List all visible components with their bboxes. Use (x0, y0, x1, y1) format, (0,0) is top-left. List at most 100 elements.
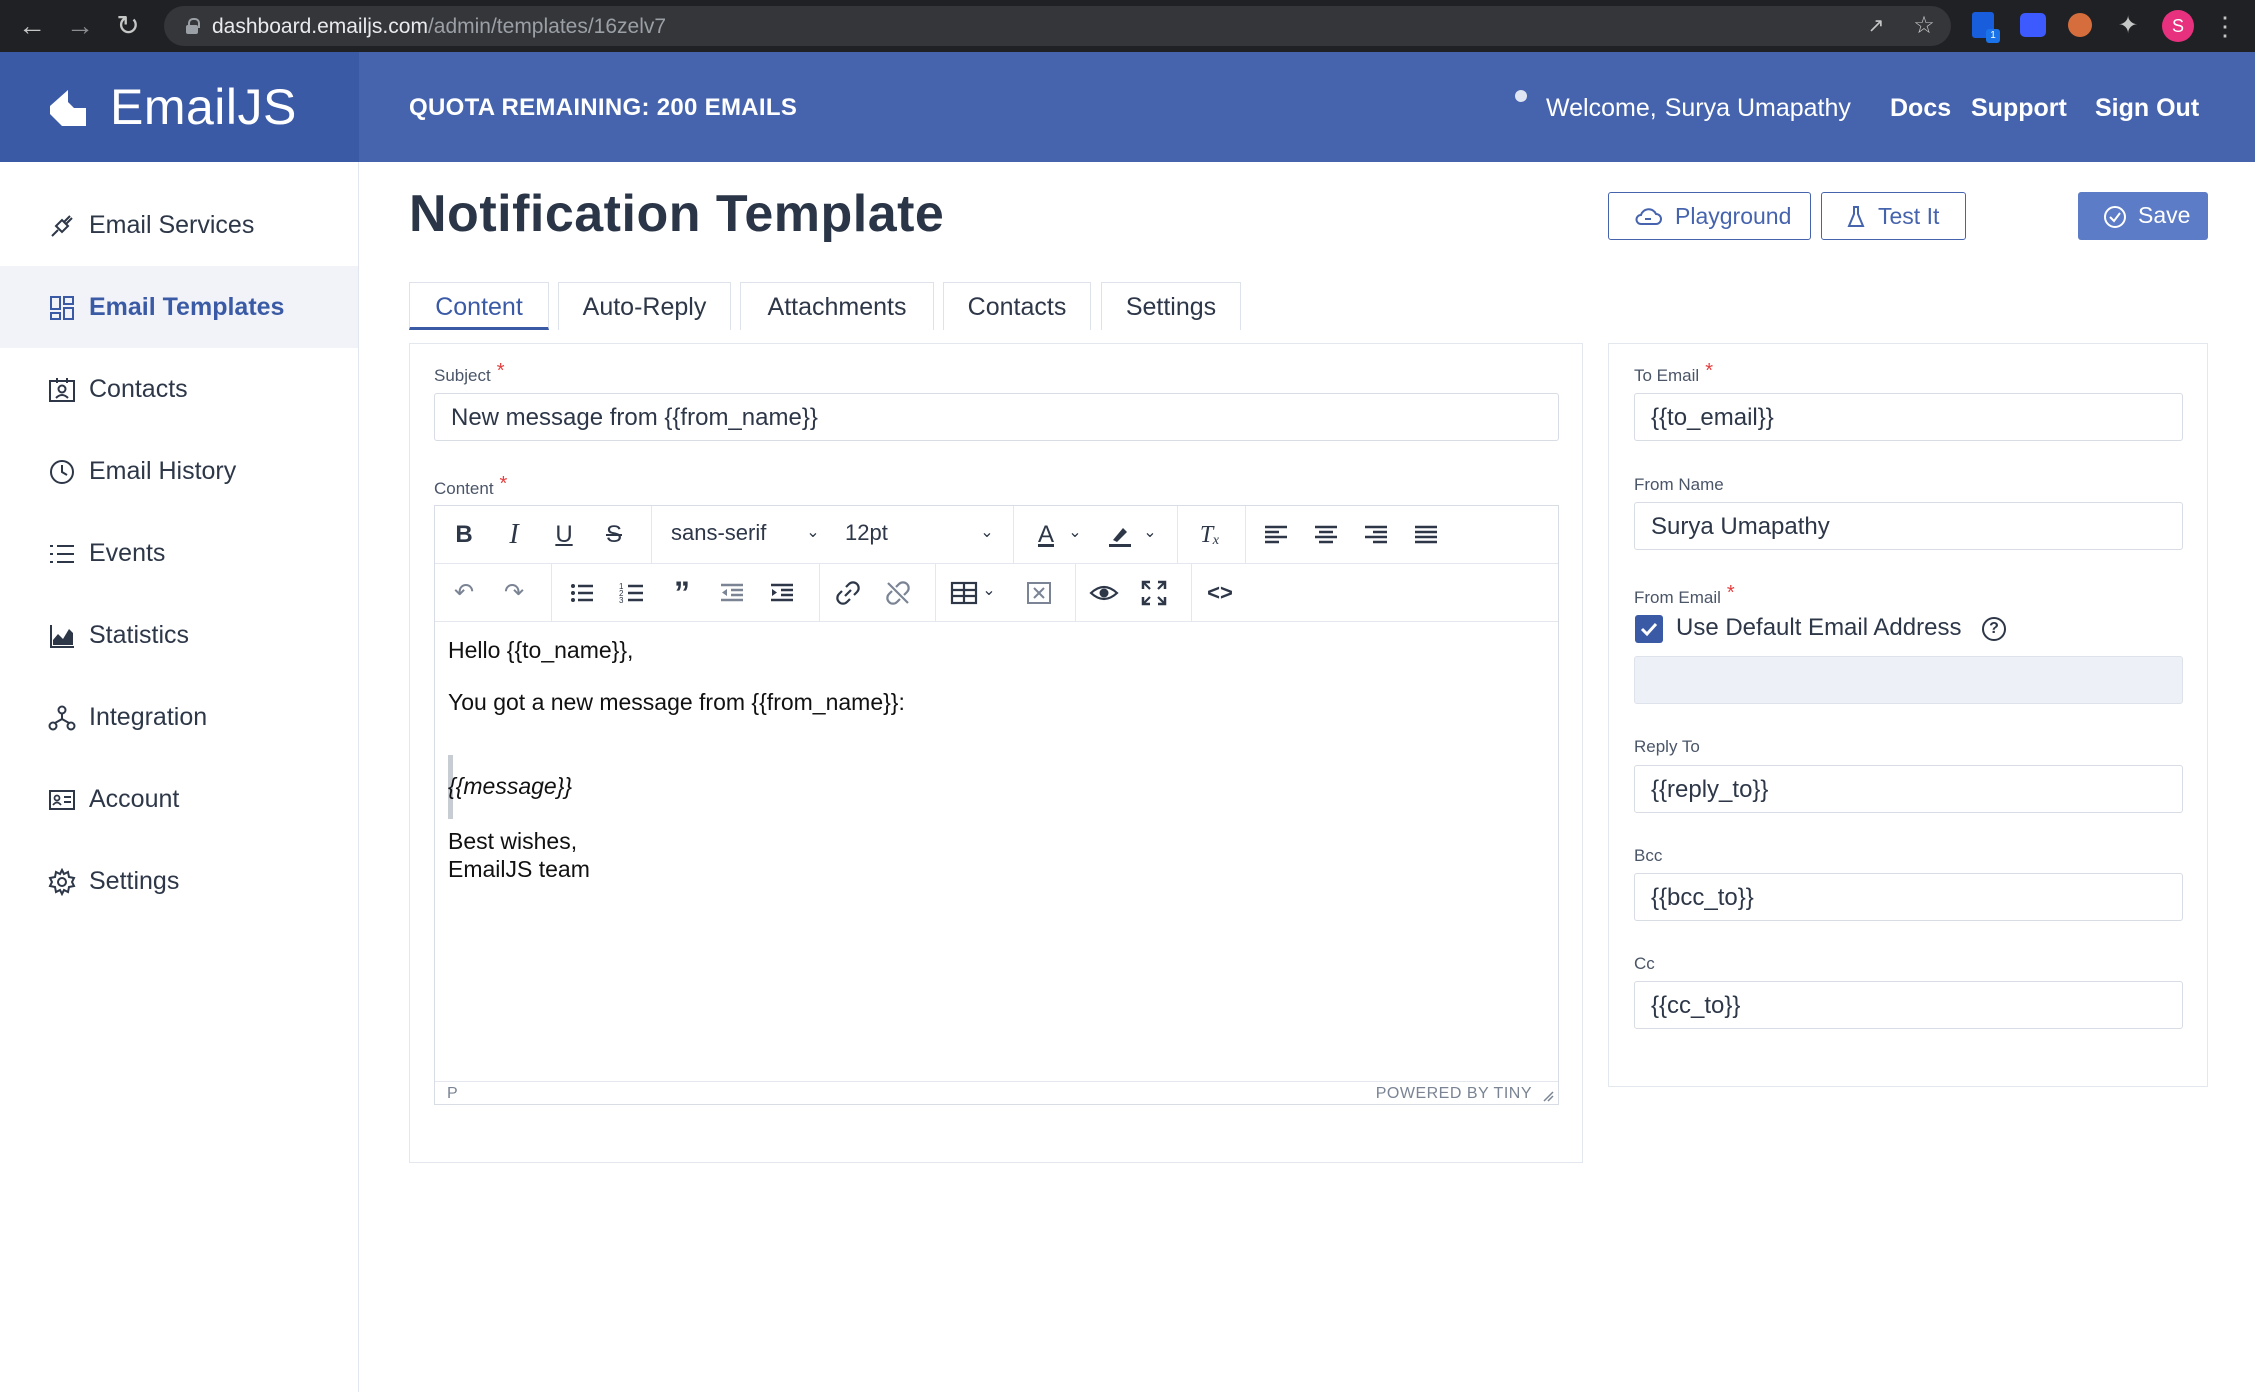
sidebar-item-email-services[interactable]: Email Services (0, 184, 358, 266)
text-color-icon[interactable]: A (1031, 520, 1061, 550)
strikethrough-icon[interactable]: S (599, 520, 629, 550)
sidebar-item-settings[interactable]: Settings (0, 840, 358, 922)
playground-button[interactable]: Playground (1608, 192, 1811, 240)
editor-body[interactable]: Hello {{to_name}}, You got a new message… (435, 623, 1558, 1081)
highlight-color-icon[interactable] (1105, 520, 1135, 550)
bookmark-star-icon[interactable]: ☆ (1910, 12, 1938, 40)
test-it-label: Test It (1878, 203, 1940, 229)
align-justify-icon[interactable] (1411, 520, 1441, 550)
underline-icon[interactable]: U (549, 520, 579, 550)
sidebar-item-email-history[interactable]: Email History (0, 430, 358, 512)
share-icon[interactable]: ↗ (1862, 12, 1890, 40)
bold-icon[interactable]: B (449, 520, 479, 550)
font-size-select[interactable]: 12pt (845, 520, 888, 546)
align-right-icon[interactable] (1361, 520, 1391, 550)
sidebar-item-label: Email Templates (89, 293, 285, 321)
tab-contacts[interactable]: Contacts (943, 282, 1091, 330)
sidebar-item-account[interactable]: Account (0, 758, 358, 840)
logo-text: EmailJS (110, 79, 297, 135)
sidebar-item-statistics[interactable]: Statistics (0, 594, 358, 676)
resize-handle-icon[interactable] (1542, 1090, 1554, 1102)
extension-icon[interactable] (2020, 13, 2046, 37)
sidebar-item-label: Settings (89, 867, 180, 895)
forward-arrow-icon[interactable]: → (66, 12, 94, 40)
to-email-input[interactable]: {{to_email}} (1634, 393, 2183, 441)
source-code-icon[interactable]: <> (1205, 578, 1235, 608)
align-left-icon[interactable] (1261, 520, 1291, 550)
italic-icon[interactable]: I (499, 520, 529, 550)
font-family-select[interactable]: sans-serif (671, 520, 766, 546)
preview-eye-icon[interactable] (1089, 578, 1119, 608)
cc-input[interactable]: {{cc_to}} (1634, 981, 2183, 1029)
reload-icon[interactable]: ↻ (114, 12, 142, 40)
user-name[interactable]: Surya Umapathy (1665, 94, 1851, 122)
svg-text:3: 3 (619, 596, 624, 605)
logo-area[interactable]: EmailJS (0, 52, 359, 162)
chevron-down-icon[interactable]: ⌄ (802, 522, 824, 544)
link-icon[interactable] (833, 578, 863, 608)
welcome-prefix: Welcome, (1546, 94, 1657, 122)
sidebar-item-label: Events (89, 539, 166, 567)
tab-auto-reply[interactable]: Auto-Reply (558, 282, 731, 330)
use-default-email-checkbox[interactable] (1635, 615, 1663, 643)
element-path[interactable]: P (447, 1085, 458, 1103)
remove-format-box-icon[interactable] (1024, 578, 1054, 608)
numbered-list-icon[interactable]: 123 (617, 578, 647, 608)
sign-out-link[interactable]: Sign Out (2095, 94, 2199, 123)
sidebar-item-integration[interactable]: Integration (0, 676, 358, 758)
tab-content[interactable]: Content (409, 282, 549, 330)
to-email-label: To Email * (1634, 360, 1713, 385)
outdent-icon[interactable] (717, 578, 747, 608)
sidebar-item-label: Email Services (89, 211, 255, 239)
lock-icon[interactable] (186, 18, 200, 34)
body-greeting: Hello {{to_name}}, (448, 637, 634, 663)
save-label: Save (2138, 202, 2191, 228)
back-arrow-icon[interactable]: ← (18, 12, 46, 40)
chevron-down-icon[interactable]: ⌄ (1064, 522, 1086, 544)
help-icon[interactable]: ? (1982, 617, 2006, 641)
align-center-icon[interactable] (1311, 520, 1341, 550)
address-bar[interactable]: dashboard.emailjs.com/admin/templates/16… (164, 6, 1951, 46)
test-it-button[interactable]: Test It (1821, 192, 1966, 240)
top-header: QUOTA REMAINING: 200 EMAILS Welcome, Sury… (359, 52, 2255, 162)
fullscreen-icon[interactable] (1139, 578, 1169, 608)
blockquote-icon[interactable]: ” (667, 577, 697, 609)
table-icon[interactable] (949, 578, 979, 608)
profile-avatar[interactable]: S (2162, 10, 2194, 42)
indent-icon[interactable] (767, 578, 797, 608)
rich-text-editor[interactable]: B I U S sans-serif ⌄ 12pt ⌄ A ⌄ ⌄ Tₓ ↶ ↷… (434, 505, 1559, 1105)
browser-menu-icon[interactable]: ⋮ (2212, 10, 2238, 42)
undo-icon[interactable]: ↶ (449, 578, 479, 608)
bcc-input[interactable]: {{bcc_to}} (1634, 873, 2183, 921)
clear-formatting-icon[interactable]: Tₓ (1195, 520, 1225, 550)
bcc-label: Bcc (1634, 846, 1663, 865)
chevron-down-icon[interactable]: ⌄ (976, 522, 998, 544)
puzzle-extensions-icon[interactable]: ✦ (2114, 12, 2142, 40)
save-button[interactable]: Save (2078, 192, 2208, 240)
bcc-value: {{bcc_to}} (1651, 884, 1754, 911)
sidebar-item-contacts[interactable]: Contacts (0, 348, 358, 430)
sidebar-item-email-templates[interactable]: Email Templates (0, 266, 358, 348)
chevron-down-icon[interactable]: ⌄ (1139, 522, 1161, 544)
sidebar-item-label: Account (89, 785, 180, 813)
from-name-input[interactable]: Surya Umapathy (1634, 502, 2183, 550)
reply-to-input[interactable]: {{reply_to}} (1634, 765, 2183, 813)
tab-label: Settings (1125, 293, 1217, 321)
tab-attachments[interactable]: Attachments (740, 282, 934, 330)
gear-icon (48, 868, 76, 896)
use-default-email-label[interactable]: Use Default Email Address (1676, 614, 1961, 642)
redo-icon[interactable]: ↷ (499, 578, 529, 608)
body-intro: You got a new message from {{from_name}}… (448, 689, 905, 715)
welcome-text: Welcome, Surya Umapathy (1546, 94, 1859, 123)
docs-link[interactable]: Docs (1890, 94, 1951, 123)
cookie-extension-icon[interactable] (2068, 13, 2092, 37)
powered-by-tiny-link[interactable]: POWERED BY TINY (1376, 1085, 1532, 1103)
chevron-down-icon[interactable]: ⌄ (978, 580, 1000, 602)
url-text[interactable]: dashboard.emailjs.com/admin/templates/16… (212, 15, 666, 39)
sidebar-item-events[interactable]: Events (0, 512, 358, 594)
bullet-list-icon[interactable] (567, 578, 597, 608)
unlink-icon[interactable] (883, 578, 913, 608)
subject-input[interactable]: New message from {{from_name}} (434, 393, 1559, 441)
tab-settings[interactable]: Settings (1101, 282, 1241, 330)
support-link[interactable]: Support (1971, 94, 2067, 123)
